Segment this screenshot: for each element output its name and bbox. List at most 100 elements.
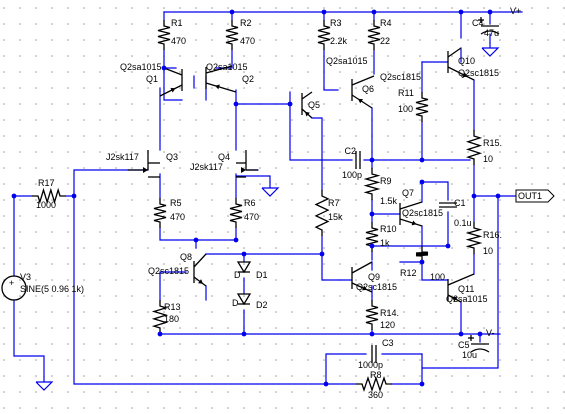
vminus-net-label: V-: [486, 328, 495, 338]
r14-value-label: 120: [380, 320, 395, 330]
q9-ref-label: Q9: [368, 272, 380, 282]
out1-net-label: OUT1: [518, 191, 542, 201]
r15-value-label: 10: [483, 154, 493, 164]
q2-value-label: Q2sa1015: [206, 62, 248, 72]
junction-dot: [241, 251, 247, 257]
junction-dot: [161, 65, 167, 71]
q2-ref-label: Q2: [242, 74, 254, 84]
r9-value-label: 1.5k: [380, 196, 398, 206]
q3-value-label: J2sk117: [106, 152, 139, 162]
r12-ref-label: R12: [400, 268, 417, 278]
q9-value-label: Q2sc1815: [356, 282, 397, 292]
q10-ref-label: Q10: [458, 56, 475, 66]
wire: [243, 235, 323, 255]
wire: [289, 103, 353, 161]
q5-ref-label: Q5: [308, 100, 320, 110]
wire: [163, 49, 177, 69]
q11-value-label: Q2sa1015: [446, 294, 488, 304]
c5-ref-label: C5: [458, 340, 470, 350]
r17-ref-label: R17: [38, 178, 55, 188]
r4-value-label: 22: [380, 36, 390, 46]
junction-dot: [319, 251, 325, 257]
junction-dot: [495, 193, 501, 199]
junction-dot: [471, 193, 477, 199]
r8-value-label: 360: [368, 390, 383, 400]
r12-value-label: 100: [430, 272, 445, 282]
junction-dot: [229, 9, 235, 15]
r16-value-label: 10: [483, 246, 493, 256]
junction-dot: [233, 101, 239, 107]
wires: [13, 11, 523, 385]
q4-ref-label: Q4: [218, 152, 230, 162]
c1-value-label: 0.1u: [454, 218, 472, 228]
r13-value-label: 180: [164, 314, 179, 324]
resistor-r6: [229, 198, 243, 228]
q7-value-label: Q2sc1815: [402, 208, 443, 218]
c2-ref-label: C2: [344, 146, 356, 156]
wire: [13, 299, 45, 377]
junction-dot: [369, 157, 375, 163]
r2-ref-label: R2: [240, 18, 252, 28]
output-net: [473, 164, 521, 197]
resistor-r1: [157, 20, 171, 50]
ground-icon: [481, 42, 500, 57]
capacitor-c2: [355, 151, 361, 169]
wire: [235, 89, 291, 105]
r10-ref-label: R10: [380, 224, 397, 234]
out1-port: OUT1: [515, 189, 555, 203]
q10-value-label: Q2sc1815: [380, 72, 421, 82]
c2-value-label: 100p: [342, 170, 362, 180]
r17-value-label: 1000: [36, 200, 56, 210]
jfet-q4: [241, 150, 258, 173]
v3-ref-label: V3: [20, 272, 31, 282]
r1-value-label: 470: [171, 36, 186, 46]
c4-ref-label: C4: [472, 18, 484, 28]
c5-value-label: 10u: [462, 350, 477, 360]
r3-value-label: 2.2k: [330, 36, 348, 46]
r5-ref-label: R5: [170, 198, 182, 208]
resistor-r9: [363, 168, 381, 200]
junction-dot: [419, 179, 425, 185]
junction-dot: [71, 193, 77, 199]
junction-dot: [458, 9, 464, 15]
junction-dot: [419, 157, 425, 163]
c1-ref-label: C1: [454, 198, 466, 208]
r11-value-label: 100: [398, 104, 413, 114]
junction-dot: [287, 101, 293, 107]
resistor-r7: [314, 190, 330, 236]
junction-dot: [369, 211, 375, 217]
r5-value-label: 470: [170, 212, 185, 222]
resistor-r5: [153, 198, 167, 228]
wire: [163, 67, 183, 101]
junction-dot: [487, 9, 493, 15]
resistor-r14: [365, 300, 379, 330]
r13-ref-label: R13: [164, 302, 181, 312]
r11-ref-label: R11: [398, 88, 414, 98]
junction-dot: [157, 331, 163, 337]
schematic-canvas: + R1 470 R2 470 R3 2.2k R4 22 R5 470 R6 470 R7 15k R9 1…: [1, 6, 565, 409]
q6-value-label: Q2sa1015: [326, 56, 368, 66]
r10-value-label: 1k: [380, 238, 390, 248]
q6-ref-label: Q6: [362, 84, 374, 94]
resistor-r3: [317, 20, 331, 50]
junction-dot: [323, 381, 329, 387]
q3-ref-label: Q3: [166, 152, 178, 162]
q1-value-label: Q2sa1015: [120, 62, 162, 72]
resistor-r11: [415, 92, 429, 122]
junction-dot: [233, 237, 239, 243]
r6-ref-label: R6: [244, 198, 256, 208]
r7-value-label: 15k: [328, 212, 343, 222]
junction-dot: [458, 331, 464, 337]
r6-value-label: 470: [244, 212, 259, 222]
q10-value-label: Q2sc1815: [458, 68, 499, 78]
r8-ref-label: R8: [370, 370, 382, 380]
c4-value-label: 47u: [484, 28, 499, 38]
wire: [321, 253, 353, 281]
q7-ref-label: Q7: [402, 188, 414, 198]
r14-ref-label: R14.: [380, 308, 399, 318]
q4-value-label: J2sk117: [190, 162, 223, 172]
r9-ref-label: R9: [380, 176, 392, 186]
c3-value-label: 1000p: [358, 360, 383, 370]
r15-ref-label: R15.: [483, 138, 502, 148]
junction-dot: [11, 193, 17, 199]
